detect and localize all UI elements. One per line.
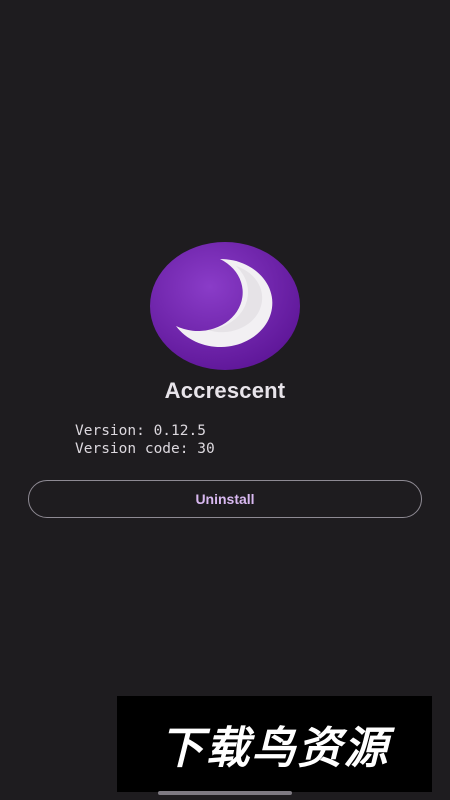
uninstall-button[interactable]: Uninstall (28, 480, 422, 518)
watermark-text: 下载鸟资源 (159, 723, 390, 774)
gesture-nav-handle[interactable] (158, 791, 292, 795)
version-info: Version: 0.12.5 Version code: 30 (75, 422, 215, 458)
app-name: Accrescent (164, 378, 286, 403)
crescent-moon-icon (150, 242, 300, 370)
app-info-screen: Accrescent Version: 0.12.5 Version code:… (0, 0, 450, 800)
version-text: Version: 0.12.5 (75, 423, 206, 439)
version-code-text: Version code: 30 (75, 441, 215, 457)
watermark-banner: 下载鸟资源 (117, 696, 432, 792)
